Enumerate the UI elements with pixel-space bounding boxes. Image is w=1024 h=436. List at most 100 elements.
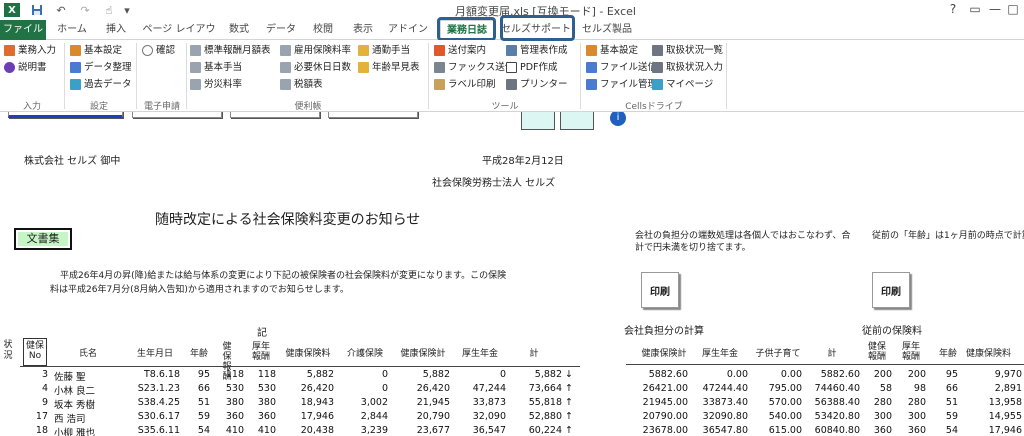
cell-r-kenpo-total[interactable]: 26421.00 [628, 383, 688, 394]
cell-kounen-pay[interactable]: 380 [246, 397, 276, 408]
cell-no[interactable]: 3 [22, 369, 48, 380]
cell-kaigo[interactable]: 3,239 [340, 425, 388, 436]
cell-r-kenpo-total[interactable]: 23678.00 [628, 425, 688, 436]
cell-age[interactable]: 95 [186, 369, 210, 380]
print-button-right[interactable]: 印刷 [872, 272, 910, 308]
tab-formulas[interactable]: 数式 [222, 20, 256, 40]
cell-r-total[interactable]: 74460.40 [804, 383, 860, 394]
undo-icon[interactable]: ↶ [54, 3, 68, 17]
minimize-button[interactable]: — [986, 2, 1004, 16]
tab-review[interactable]: 校閲 [306, 20, 340, 40]
customize-qat-icon[interactable]: ▾ [120, 3, 134, 17]
ribbon-display-icon[interactable]: ▭ [966, 2, 984, 16]
change-arrow-icon[interactable]: ↑ [565, 425, 575, 436]
cell-kaigo[interactable]: 0 [340, 383, 388, 394]
cell-kenpo-pay[interactable]: 360 [214, 411, 244, 422]
cell-r-kenpo-total[interactable]: 21945.00 [628, 397, 688, 408]
cell-kenpo-pay[interactable]: 118 [214, 369, 244, 380]
cell-r-child[interactable]: 540.00 [752, 411, 802, 422]
cell-total[interactable]: 5,882 [510, 369, 562, 380]
cell-no[interactable]: 9 [22, 397, 48, 408]
change-arrow-icon[interactable]: ↑ [565, 397, 575, 408]
cell-pension[interactable]: 32,090 [456, 411, 506, 422]
cell-kaigo[interactable]: 2,844 [340, 411, 388, 422]
status-input-button[interactable]: 取扱状況入力 [652, 60, 723, 75]
cell-r-child[interactable]: 615.00 [752, 425, 802, 436]
cell-total[interactable]: 60,224 [510, 425, 562, 436]
sheet-top-button-3[interactable] [230, 112, 320, 118]
touch-mode-icon[interactable]: ☝ [102, 3, 116, 17]
maximize-button[interactable]: □ [1004, 2, 1022, 16]
cell-birth[interactable]: S35.6.11 [130, 425, 180, 436]
cell-r-age[interactable]: 51 [930, 397, 958, 408]
cell-r-kounen-pay[interactable]: 280 [896, 397, 926, 408]
my-page-button[interactable]: マイページ [652, 77, 713, 92]
cell-kounen-pay[interactable]: 360 [246, 411, 276, 422]
cell-name[interactable]: 小林 良二 [54, 383, 124, 397]
cell-birth[interactable]: S38.4.25 [130, 397, 180, 408]
cell-pension[interactable]: 33,873 [456, 397, 506, 408]
employment-insurance-rate-button[interactable]: 雇用保険料率 [280, 43, 351, 58]
workers-comp-rate-button[interactable]: 労災料率 [190, 77, 242, 92]
file-management-button[interactable]: ファイル管理 [586, 77, 657, 92]
sheet-top-button-2[interactable] [132, 112, 222, 118]
cover-letter-button[interactable]: 送付案内 [434, 43, 486, 58]
cell-name[interactable]: 佐藤 聖 [54, 369, 124, 383]
tab-file[interactable]: ファイル [0, 20, 46, 40]
cell-age[interactable]: 66 [186, 383, 210, 394]
cell-kenpo-premium[interactable]: 17,946 [282, 411, 334, 422]
pdf-create-button[interactable]: PDF作成 [506, 60, 558, 75]
template-collection-button[interactable]: 文書集 [14, 228, 72, 250]
cell-kenpo-pay[interactable]: 410 [214, 425, 244, 436]
cell-kenpo-total[interactable]: 5,882 [396, 369, 450, 380]
cell-no[interactable]: 4 [22, 383, 48, 394]
redo-icon[interactable]: ↷ [78, 3, 92, 17]
cell-r-kenpo-premium[interactable]: 17,946 [964, 425, 1022, 436]
cyan-nav-button-1[interactable] [521, 112, 555, 130]
cell-birth[interactable]: S30.6.17 [130, 411, 180, 422]
cell-total[interactable]: 73,664 [510, 383, 562, 394]
cell-kaigo[interactable]: 3,002 [340, 397, 388, 408]
label-print-button[interactable]: ラベル印刷 [434, 77, 496, 92]
save-icon[interactable] [30, 3, 44, 17]
cell-age[interactable]: 51 [186, 397, 210, 408]
cell-r-kenpo-pay[interactable]: 360 [862, 425, 892, 436]
cell-r-child[interactable]: 0.00 [752, 369, 802, 380]
cell-r-total[interactable]: 5882.60 [804, 369, 860, 380]
cell-r-age[interactable]: 59 [930, 411, 958, 422]
info-icon[interactable]: i [610, 112, 626, 126]
cell-r-kenpo-premium[interactable]: 9,970 [964, 369, 1022, 380]
fax-send-button[interactable]: ファックス送信 [434, 60, 514, 75]
confirm-button[interactable]: 確認 [142, 43, 175, 58]
tab-gyomu-nisshi[interactable]: 業務日誌 [440, 20, 494, 40]
cell-kaigo[interactable]: 0 [340, 369, 388, 380]
cell-r-kounen-pay[interactable]: 360 [896, 425, 926, 436]
basic-settings-button[interactable]: 基本設定 [70, 43, 122, 58]
cell-r-kenpo-total[interactable]: 20790.00 [628, 411, 688, 422]
cell-name[interactable]: 西 浩司 [54, 411, 124, 425]
past-data-button[interactable]: 過去データ [70, 77, 132, 92]
tab-view[interactable]: 表示 [346, 20, 380, 40]
status-list-button[interactable]: 取扱状況一覧 [652, 43, 723, 58]
cell-kenpo-total[interactable]: 21,945 [396, 397, 450, 408]
tab-cells-products[interactable]: セルズ製品 [578, 20, 636, 40]
sheet-top-button-1[interactable] [8, 112, 123, 118]
cell-pension[interactable]: 36,547 [456, 425, 506, 436]
cell-total[interactable]: 55,818 [510, 397, 562, 408]
cell-r-child[interactable]: 570.00 [752, 397, 802, 408]
required-holidays-button[interactable]: 必要休日日数 [280, 60, 351, 75]
business-input-button[interactable]: 業務入力 [4, 43, 56, 58]
cell-r-kenpo-total[interactable]: 5882.60 [628, 369, 688, 380]
cell-kounen-pay[interactable]: 410 [246, 425, 276, 436]
cell-r-pension[interactable]: 36547.80 [692, 425, 748, 436]
cell-r-pension[interactable]: 33873.40 [692, 397, 748, 408]
cell-kenpo-premium[interactable]: 18,943 [282, 397, 334, 408]
manual-button[interactable]: 説明書 [4, 60, 47, 75]
cell-pension[interactable]: 0 [456, 369, 506, 380]
cell-no[interactable]: 18 [22, 425, 48, 436]
cell-r-kenpo-premium[interactable]: 13,958 [964, 397, 1022, 408]
tab-data[interactable]: データ [262, 20, 300, 40]
cell-r-pension[interactable]: 0.00 [692, 369, 748, 380]
sheet-top-button-4[interactable] [328, 112, 418, 118]
cell-r-kenpo-pay[interactable]: 280 [862, 397, 892, 408]
